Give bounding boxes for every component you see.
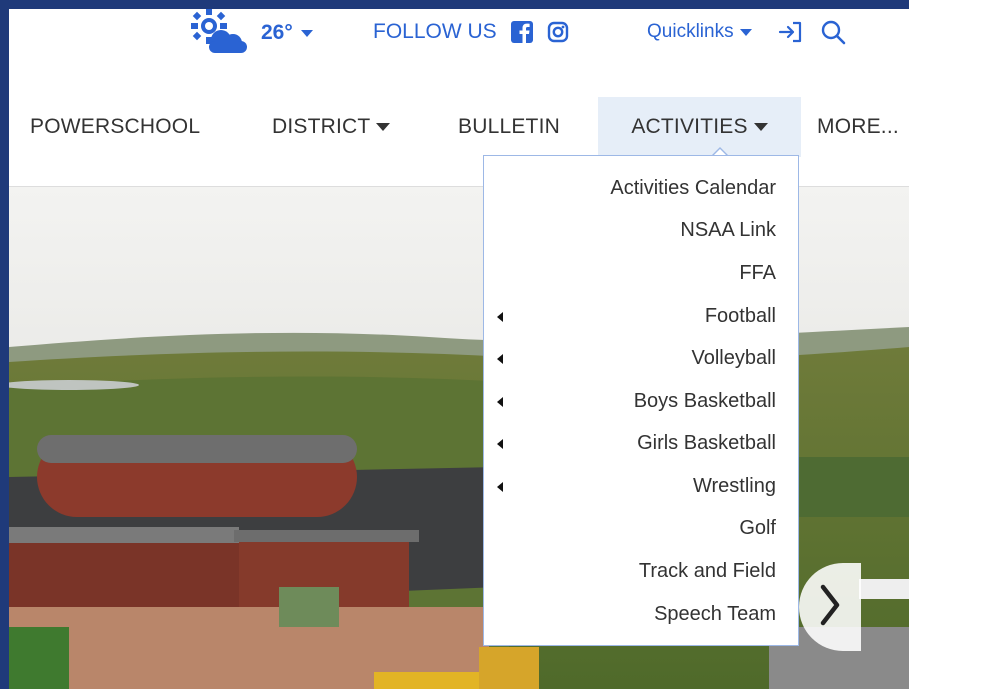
nav-activities[interactable]: ACTIVITIES [598, 97, 801, 157]
menu-item-label: Speech Team [654, 602, 776, 625]
menu-item-label: Wrestling [693, 474, 776, 497]
login-icon[interactable] [778, 20, 804, 44]
follow-us-label: FOLLOW US [373, 20, 497, 43]
menu-item-wrestling[interactable]: Wrestling [484, 465, 798, 507]
submenu-arrow-icon [497, 439, 503, 449]
menu-item-label: FFA [739, 261, 776, 284]
main-nav: POWERSCHOOL DISTRICT BULLETIN ACTIVITIES… [9, 97, 909, 157]
menu-item-volleyball[interactable]: Volleyball [484, 337, 798, 379]
quicklinks-label: Quicklinks [647, 21, 734, 42]
instagram-icon[interactable] [547, 21, 569, 43]
partly-cloudy-sun-icon [185, 9, 251, 59]
caret-down-icon [300, 29, 313, 37]
nav-label: DISTRICT [272, 115, 371, 138]
quicklinks-area: Quicklinks [647, 17, 846, 47]
menu-item-label: Golf [739, 516, 776, 539]
menu-item-label: NSAA Link [680, 218, 776, 241]
submenu-arrow-icon [497, 397, 503, 407]
facebook-icon[interactable] [510, 21, 533, 43]
menu-item-label: Girls Basketball [637, 431, 776, 454]
menu-item-label: Football [704, 304, 776, 327]
nav-powerschool[interactable]: POWERSCHOOL [30, 97, 200, 157]
submenu-arrow-icon [497, 312, 503, 322]
caret-down-icon [739, 28, 752, 36]
menu-item-nsaa-link[interactable]: NSAA Link [484, 209, 798, 251]
menu-item-label: Boys Basketball [633, 389, 776, 412]
page-margin [909, 0, 991, 689]
menu-item-track-and-field[interactable]: Track and Field [484, 550, 798, 592]
menu-item-speech-team[interactable]: Speech Team [484, 593, 798, 635]
menu-item-girls-basketball[interactable]: Girls Basketball [484, 422, 798, 464]
menu-item-boys-basketball[interactable]: Boys Basketball [484, 380, 798, 422]
caret-down-icon [753, 123, 768, 131]
weather-widget[interactable]: 26° [185, 9, 313, 55]
submenu-arrow-icon [497, 482, 503, 492]
nav-bulletin[interactable]: BULLETIN [458, 97, 560, 157]
menu-item-activities-calendar[interactable]: Activities Calendar [484, 167, 798, 209]
window-frame [0, 0, 991, 9]
nav-label: MORE... [817, 115, 899, 138]
submenu-arrow-icon [497, 354, 503, 364]
search-icon[interactable] [820, 19, 846, 45]
menu-item-ffa[interactable]: FFA [484, 252, 798, 294]
activities-dropdown: Activities Calendar NSAA Link FFA Footba… [483, 155, 799, 646]
follow-us: FOLLOW US [373, 17, 569, 47]
nav-label: BULLETIN [458, 115, 560, 138]
temperature: 26° [261, 21, 293, 44]
utility-bar: 26° FOLLOW US Quicklinks [9, 9, 909, 65]
menu-item-football[interactable]: Football [484, 295, 798, 337]
chevron-right-icon [818, 583, 842, 632]
page: 26° FOLLOW US Quicklinks POWERSCHOOL DIS… [9, 9, 909, 689]
nav-more[interactable]: MORE... [817, 97, 899, 157]
nav-label: POWERSCHOOL [30, 115, 201, 138]
menu-item-label: Track and Field [638, 559, 776, 582]
menu-item-golf[interactable]: Golf [484, 507, 798, 549]
nav-district[interactable]: DISTRICT [272, 97, 391, 157]
menu-item-label: Activities Calendar [610, 176, 776, 199]
nav-label: ACTIVITIES [631, 115, 748, 138]
caret-down-icon [376, 123, 391, 131]
menu-item-label: Volleyball [691, 346, 776, 369]
quicklinks-button[interactable]: Quicklinks [647, 21, 752, 43]
